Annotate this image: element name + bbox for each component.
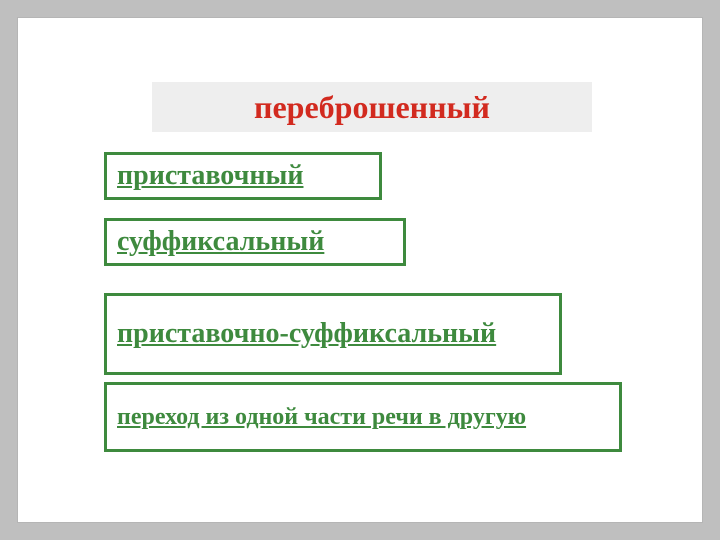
option-label: приставочно-суффиксальный [107, 296, 506, 372]
option-pristavochny[interactable]: приставочный [104, 152, 382, 200]
option-label: переход из одной части речи в другую [107, 385, 536, 449]
option-label: суффиксальный [107, 222, 334, 261]
slide: переброшенный приставочный суффиксальный… [18, 18, 702, 522]
title-box: переброшенный [152, 82, 592, 132]
option-pristavochno-suffiksalny[interactable]: приставочно-суффиксальный [104, 293, 562, 375]
title-text: переброшенный [254, 89, 490, 126]
option-label: приставочный [107, 156, 313, 195]
option-perekhod[interactable]: переход из одной части речи в другую [104, 382, 622, 452]
option-suffiksalny[interactable]: суффиксальный [104, 218, 406, 266]
